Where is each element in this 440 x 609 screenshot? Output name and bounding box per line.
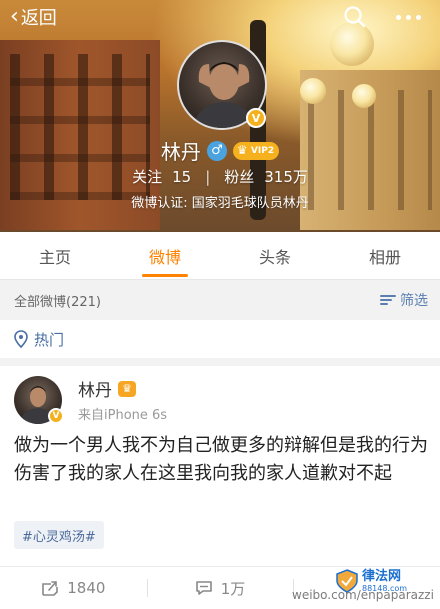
topic-tag[interactable]: #心灵鸡汤# (14, 521, 104, 549)
tab-headlines[interactable]: 头条 (220, 232, 330, 279)
male-icon: ♂ (206, 140, 227, 161)
verified-v-icon: V (246, 108, 266, 128)
repost-count: 1840 (67, 579, 106, 597)
back-button[interactable]: ‹ 返回 (10, 4, 57, 30)
profile-name: 林丹 (160, 140, 201, 164)
fans-stat[interactable]: 粉丝 315万 (224, 166, 308, 187)
filter-icon (380, 294, 396, 306)
repost-button[interactable]: 1840 (0, 567, 147, 609)
post-author-row: 林丹 ♛ (78, 376, 136, 401)
profile-tab-bar: 主页 微博 头条 相册 (0, 232, 440, 280)
profile-name-row: 林丹 ♂ VIP2 (0, 136, 440, 165)
tab-weibo[interactable]: 微博 (110, 232, 220, 279)
more-dots-icon (415, 14, 421, 20)
post-card: V 林丹 ♛ 来自iPhone 6s 做为一个男人我不为自己做更多的辩解但是我的… (0, 366, 440, 566)
top-bar: ‹ 返回 (0, 0, 440, 34)
fans-count: 315万 (264, 168, 308, 186)
post-author-name[interactable]: 林丹 (78, 376, 112, 401)
post-source: 来自iPhone 6s (78, 408, 168, 423)
stats-divider: | (205, 167, 211, 186)
location-pin-icon (14, 330, 28, 348)
comment-button[interactable]: 1万 (146, 567, 294, 609)
more-dots-icon (405, 14, 411, 20)
profile-stats: 关注 15 | 粉丝 315万 (0, 166, 440, 187)
tab-album[interactable]: 相册 (330, 232, 440, 279)
chevron-left-icon: ‹ (10, 4, 19, 29)
tab-label: 主页 (38, 247, 71, 267)
comment-icon (195, 581, 212, 595)
crown-icon: ♛ (118, 380, 136, 397)
verification-text: 微博认证: 国家羽毛球队员林丹 (131, 196, 309, 211)
hot-label: 热门 (34, 330, 65, 349)
tab-label: 头条 (258, 247, 291, 267)
filter-icon-line (380, 299, 392, 301)
weibo-watermark: weibo.com/enpaparazzi (292, 588, 434, 602)
cover-lamp-globe (300, 78, 326, 104)
tab-home[interactable]: 主页 (0, 232, 110, 279)
filter-bar: 全部微博(221) 筛选 (0, 281, 440, 319)
vip-badge[interactable]: VIP2 (232, 141, 280, 160)
hot-section-button[interactable]: 热门 (0, 320, 440, 358)
profile-cover: ‹ 返回 V 林丹 ♂ VIP2 关注15 | 粉丝315万 微 (0, 0, 440, 232)
follow-stat[interactable]: 关注 15 (132, 166, 191, 187)
comment-count: 1万 (220, 579, 246, 598)
post-count-label: 全部微博(221) (14, 294, 101, 310)
verified-v-icon: V (48, 408, 64, 424)
tab-label: 相册 (368, 247, 401, 267)
filter-icon-line (380, 303, 388, 305)
logo-main-text: 律法网 (362, 568, 402, 584)
filter-label: 筛选 (400, 293, 428, 309)
post-text: 做为一个男人我不为自己做更多的辩解但是我的行为伤害了我的家人在这里我向我的家人道… (14, 435, 428, 484)
more-dots-icon (395, 14, 401, 20)
fans-label: 粉丝 (224, 168, 255, 186)
filter-icon-line (380, 295, 396, 297)
more-options-button[interactable] (388, 4, 428, 30)
cover-lamp-globe (352, 84, 376, 108)
search-button[interactable] (342, 4, 368, 30)
vip-level: VIP2 (250, 145, 275, 156)
filter-button[interactable]: 筛选 (380, 290, 428, 310)
follow-count: 15 (172, 168, 192, 186)
back-label: 返回 (20, 8, 57, 29)
tab-label: 微博 (148, 247, 181, 267)
search-icon (344, 6, 366, 28)
follow-label: 关注 (132, 168, 163, 186)
repost-icon (42, 581, 59, 596)
